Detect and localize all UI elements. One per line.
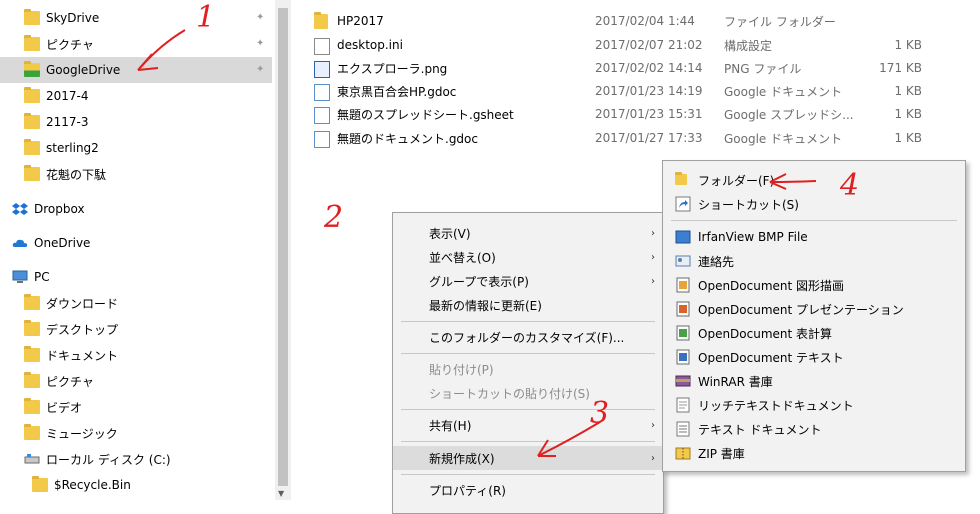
annotation-number-4: 4: [840, 168, 860, 203]
annotation-number-2: 2: [324, 200, 344, 235]
annotation-number-3: 3: [590, 396, 610, 431]
annotation-number-1: 1: [196, 0, 216, 35]
annotation-arrows: [137, 29, 817, 457]
